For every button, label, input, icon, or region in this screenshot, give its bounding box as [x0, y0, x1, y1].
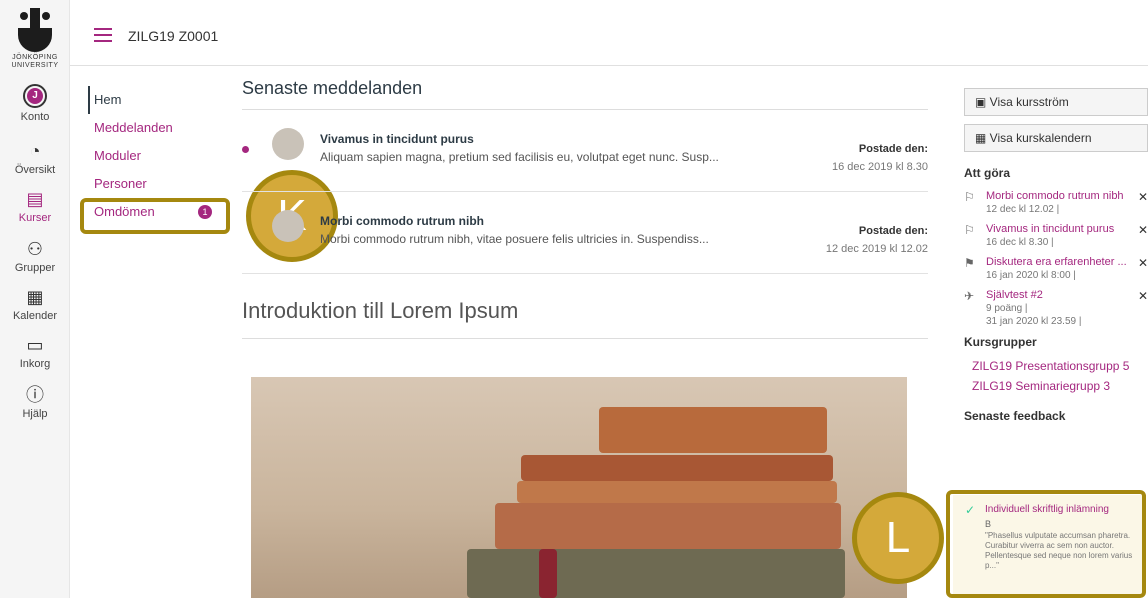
todo-item[interactable]: ⚑ Diskutera era erfarenheter ... 16 jan … — [964, 256, 1148, 281]
todo-meta: 16 jan 2020 kl 8:00 | — [986, 270, 1076, 281]
global-nav-label: Grupper — [14, 262, 56, 274]
announcement-snippet: Morbi commodo rutrum nibh, vitae posuere… — [320, 232, 709, 246]
course-nav-moduler[interactable]: Moduler — [88, 142, 228, 170]
todo-heading: Att göra — [964, 166, 1010, 180]
account-icon: J — [23, 84, 47, 108]
global-nav-inkorg[interactable]: ▭ Inkorg — [0, 334, 70, 370]
stream-icon: ▣ — [975, 95, 990, 109]
unread-dot-icon — [242, 146, 249, 153]
global-nav-hjalp[interactable]: ⓘ Hjälp — [0, 384, 70, 420]
global-nav-konto[interactable]: J Konto — [0, 84, 70, 123]
global-nav-kalender[interactable]: ▦ Kalender — [0, 286, 70, 322]
callout-l: L — [852, 492, 944, 584]
todo-meta: 31 jan 2020 kl 23.59 | — [986, 316, 1082, 327]
course-nav-personer[interactable]: Personer — [88, 170, 228, 198]
announcement-snippet: Aliquam sapien magna, pretium sed facili… — [320, 150, 719, 164]
discussion-icon: ⚐ — [964, 190, 975, 204]
dismiss-icon[interactable]: ✕ — [1138, 289, 1148, 303]
global-nav-grupper[interactable]: ⚇ Grupper — [0, 238, 70, 274]
discussion-icon: ⚑ — [964, 256, 975, 270]
avatar — [272, 210, 304, 242]
book-shape — [467, 549, 845, 598]
groups-icon: ⚇ — [26, 239, 44, 259]
view-course-calendar-button[interactable]: ▦ Visa kurskalendern — [964, 124, 1148, 152]
book-spine-label — [539, 549, 557, 598]
todo-item[interactable]: ✈ Självtest #2 9 poäng | 31 jan 2020 kl … — [964, 289, 1148, 327]
todo-meta: 12 dec kl 12.02 | — [986, 204, 1060, 215]
announcement-row[interactable]: Vivamus in tincidunt purus Aliquam sapie… — [242, 110, 928, 192]
dismiss-icon[interactable]: ✕ — [1138, 190, 1148, 204]
course-group-link[interactable]: ZILG19 Seminariegrupp 3 — [972, 379, 1148, 393]
book-shape — [495, 503, 841, 549]
inbox-icon: ▭ — [26, 335, 44, 355]
global-nav-oversikt[interactable]: ◔ Översikt — [0, 140, 70, 176]
avatar — [272, 128, 304, 160]
dismiss-icon[interactable]: ✕ — [1138, 256, 1148, 270]
global-nav-label: Inkorg — [19, 358, 51, 370]
todo-meta: 16 dec kl 8.30 | — [986, 237, 1054, 248]
main-content: Senaste meddelanden Vivamus in tincidunt… — [242, 78, 928, 339]
global-nav-label: Översikt — [14, 164, 56, 176]
breadcrumb[interactable]: ZILG19 Z0001 — [128, 28, 218, 44]
help-icon: ⓘ — [26, 385, 44, 405]
global-nav-label: Kalender — [12, 310, 58, 322]
dismiss-icon[interactable]: ✕ — [1138, 223, 1148, 237]
dashboard-icon: ◔ — [29, 141, 41, 161]
hamburger-menu-icon[interactable] — [94, 28, 112, 42]
book-shape — [517, 481, 837, 503]
discussion-icon: ⚐ — [964, 223, 975, 237]
recent-announcements-heading: Senaste meddelanden — [242, 78, 928, 110]
posted-label: Postade den: — [858, 143, 928, 155]
global-nav-label: Hjälp — [22, 408, 48, 420]
course-nav-meddelanden[interactable]: Meddelanden — [88, 114, 228, 142]
global-nav-label: Kurser — [18, 212, 52, 224]
courses-icon: ▤ — [26, 189, 44, 209]
announcement-title[interactable]: Vivamus in tincidunt purus — [320, 132, 474, 146]
global-nav-kurser[interactable]: ▤ Kurser — [0, 188, 70, 224]
todo-title[interactable]: Vivamus in tincidunt purus — [986, 223, 1148, 235]
logo-text: JÖNKÖPING UNIVERSITY — [11, 54, 59, 69]
posted-label: Postade den: — [858, 225, 928, 237]
announcement-row[interactable]: Morbi commodo rutrum nibh Morbi commodo … — [242, 192, 928, 274]
todo-title[interactable]: Diskutera era erfarenheter ... — [986, 256, 1148, 268]
omdomen-highlight — [80, 198, 230, 234]
university-logo[interactable]: JÖNKÖPING UNIVERSITY — [0, 8, 70, 70]
button-label: Visa kurskalendern — [989, 131, 1092, 145]
recent-feedback-heading: Senaste feedback — [964, 409, 1066, 423]
todo-item[interactable]: ⚐ Vivamus in tincidunt purus 16 dec kl 8… — [964, 223, 1148, 248]
global-nav-label: Konto — [20, 111, 50, 123]
announcement-title[interactable]: Morbi commodo rutrum nibh — [320, 214, 484, 228]
global-nav: JÖNKÖPING UNIVERSITY J Konto ◔ Översikt … — [0, 0, 70, 598]
course-group-link[interactable]: ZILG19 Presentationsgrupp 5 — [972, 359, 1148, 373]
button-label: Visa kursström — [989, 95, 1069, 109]
book-shape — [521, 455, 833, 481]
book-shape — [599, 407, 827, 453]
todo-title[interactable]: Morbi commodo rutrum nibh — [986, 190, 1148, 202]
calendar-icon: ▦ — [975, 131, 990, 145]
posted-date: 12 dec 2019 kl 12.02 — [825, 243, 928, 255]
feedback-highlight — [946, 490, 1146, 598]
todo-meta: 9 poäng | — [986, 303, 1028, 314]
intro-heading: Introduktion till Lorem Ipsum — [242, 298, 928, 339]
course-nav-hem[interactable]: Hem — [88, 86, 228, 114]
todo-item[interactable]: ⚐ Morbi commodo rutrum nibh 12 dec kl 12… — [964, 190, 1148, 215]
course-groups-heading: Kursgrupper — [964, 335, 1037, 349]
todo-title[interactable]: Självtest #2 — [986, 289, 1148, 301]
quiz-icon: ✈ — [964, 289, 975, 303]
course-header: ZILG19 Z0001 — [70, 0, 1148, 66]
posted-date: 16 dec 2019 kl 8.30 — [831, 161, 928, 173]
ju-logo-icon — [18, 8, 52, 52]
right-sidebar: ▣ Visa kursström ▦ Visa kurskalendern At… — [964, 88, 1148, 433]
books-image — [251, 377, 907, 598]
calendar-icon: ▦ — [26, 287, 44, 307]
view-course-stream-button[interactable]: ▣ Visa kursström — [964, 88, 1148, 116]
